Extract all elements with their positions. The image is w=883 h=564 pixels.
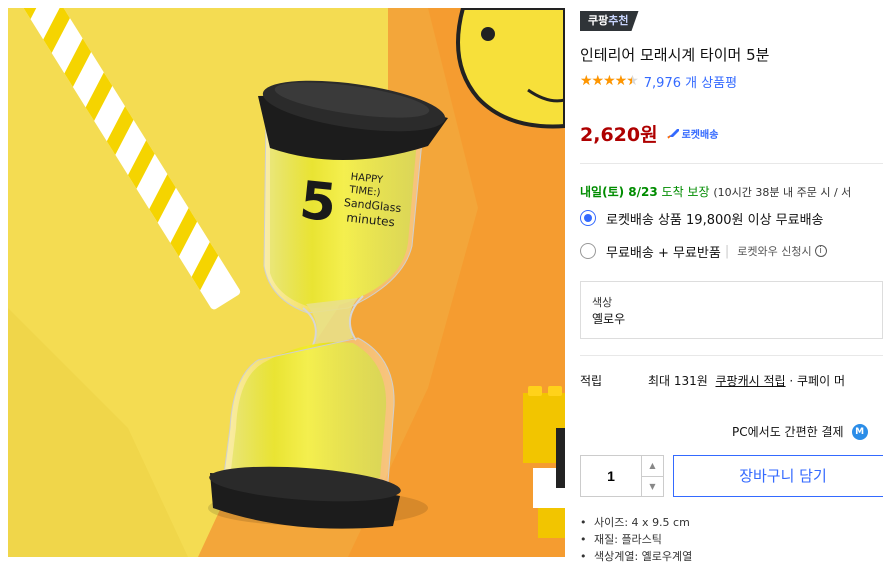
spec-color-family: 색상계열: 옐로우계열 <box>580 548 692 564</box>
price: 2,620원 <box>580 124 658 146</box>
divider <box>580 355 883 356</box>
product-image[interactable]: 5 HAPPY TIME:) SandGlass minutes <box>8 8 565 557</box>
shipping-option-rocket[interactable]: 로켓배송 상품 19,800원 이상 무료배송 <box>580 208 824 228</box>
rocket-icon <box>666 129 679 139</box>
spec-size: 사이즈: 4 x 9.5 cm <box>580 514 692 531</box>
option-value: 옐로우 <box>592 312 626 326</box>
delivery-info: 내일(토) 8/23 도착 보장 (10시간 38분 내 주문 시 / 서 <box>580 183 851 200</box>
badge-brand: 쿠팡 <box>588 14 609 27</box>
pc-payment-info[interactable]: PC에서도 간편한 결제 M <box>732 423 868 440</box>
color-option-select[interactable]: 색상 옐로우 <box>580 281 883 339</box>
product-info-panel: 쿠팡추천 인테리어 모래시계 타이머 5분 ★★★★★ ★★★★★ 7,976 … <box>580 0 883 564</box>
quantity-input[interactable] <box>581 456 641 496</box>
divider <box>580 163 883 164</box>
add-to-cart-button[interactable]: 장바구니 담기 <box>673 455 883 497</box>
review-count-link[interactable]: 7,976 개 상품평 <box>644 72 737 91</box>
delivery-guarantee: 도착 보장 <box>661 185 710 199</box>
hourglass-number: 5 <box>297 171 339 234</box>
delivery-date: 내일(토) 8/23 <box>580 185 658 199</box>
coupay-m-icon: M <box>851 423 868 440</box>
points-coupay: · 쿠페이 머 <box>789 374 845 388</box>
shipping-option-free-return[interactable]: 무료배송 + 무료반품 | 로켓와우 신청시 i <box>580 241 827 261</box>
option-label: 색상 <box>592 296 613 309</box>
product-title: 인테리어 모래시계 타이머 5분 <box>580 46 770 64</box>
points-row: 적립 최대 131원 쿠팡캐시 적립 · 쿠페이 머 <box>580 372 845 389</box>
info-icon[interactable]: i <box>814 245 827 257</box>
rocket-wow-note: 로켓와우 신청시 <box>737 245 812 258</box>
rocket-delivery-badge: 로켓배송 <box>666 126 718 141</box>
quantity-stepper[interactable]: ▲ ▼ <box>580 455 664 497</box>
coupang-recommend-badge: 쿠팡추천 <box>580 11 639 31</box>
badge-accent: 추천 <box>608 14 629 27</box>
spec-list: 사이즈: 4 x 9.5 cm 재질: 플라스틱 색상계열: 옐로우계열 <box>580 514 692 564</box>
price-row: 2,620원 로켓배송 <box>580 120 718 147</box>
quantity-up-icon[interactable]: ▲ <box>642 456 663 476</box>
rating-row[interactable]: ★★★★★ ★★★★★ 7,976 개 상품평 <box>580 72 737 91</box>
coupang-cash-link[interactable]: 쿠팡캐시 적립 <box>715 372 785 389</box>
points-amount: 최대 131원 <box>648 374 708 388</box>
spec-material: 재질: 플라스틱 <box>580 531 692 548</box>
radio-unselected-icon[interactable] <box>580 243 596 259</box>
quantity-down-icon[interactable]: ▼ <box>642 476 663 497</box>
radio-selected-icon[interactable] <box>580 210 596 226</box>
star-rating-icon: ★★★★★ ★★★★★ <box>580 73 639 89</box>
delivery-note: (10시간 38분 내 주문 시 / 서 <box>713 186 852 199</box>
points-key: 적립 <box>580 374 603 388</box>
